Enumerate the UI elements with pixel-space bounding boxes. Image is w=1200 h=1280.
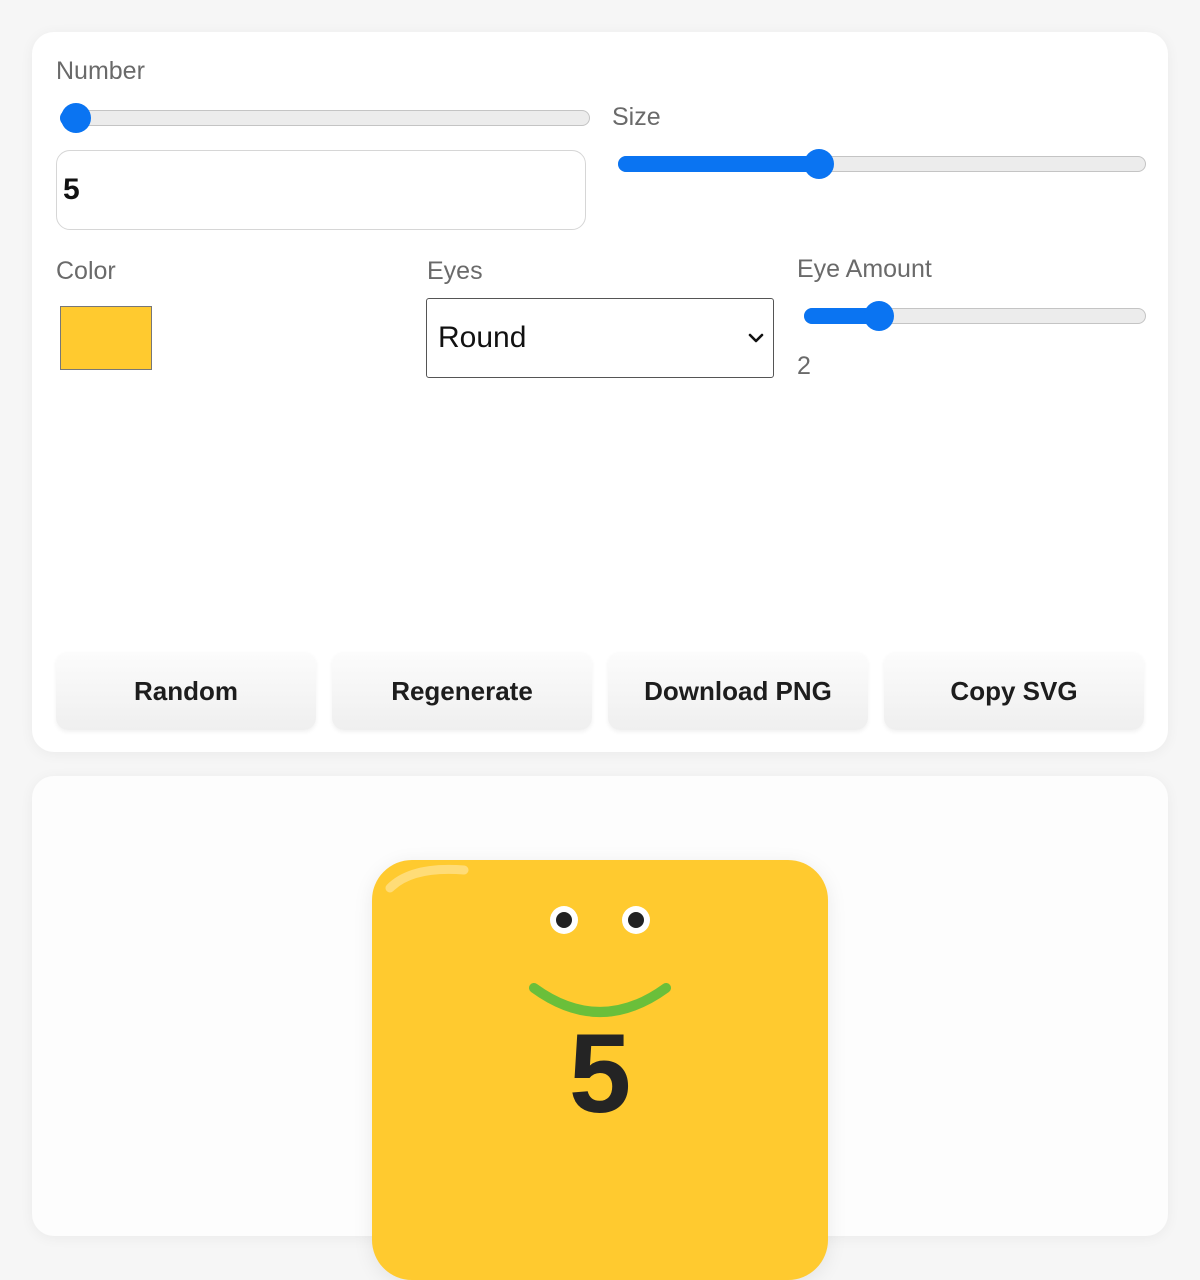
- slider-track: [60, 110, 590, 126]
- color-label: Color: [56, 257, 116, 285]
- controls-panel: Number 5 Size Color Eyes Round Eye Amoun…: [32, 32, 1168, 752]
- eye-amount-value: 2: [797, 352, 811, 380]
- size-label: Size: [612, 103, 661, 131]
- random-button[interactable]: Random: [56, 652, 316, 730]
- eye-amount-slider[interactable]: [804, 301, 1146, 331]
- copy-svg-button[interactable]: Copy SVG: [884, 652, 1144, 730]
- preview-panel: 5: [32, 776, 1168, 1280]
- eyes-label: Eyes: [427, 257, 483, 285]
- number-label: Number: [56, 57, 145, 85]
- smile-mouth: [529, 983, 671, 1017]
- eyes-select[interactable]: Round: [426, 298, 774, 378]
- number-character-card: 5: [372, 860, 828, 1280]
- slider-thumb[interactable]: [864, 301, 895, 331]
- left-eye: [550, 906, 578, 934]
- size-slider[interactable]: [618, 149, 1146, 179]
- slider-thumb[interactable]: [60, 103, 91, 133]
- number-input[interactable]: 5: [56, 150, 586, 230]
- number-slider[interactable]: [60, 103, 590, 133]
- card-number: 5: [568, 1011, 632, 1136]
- eye-amount-label: Eye Amount: [797, 255, 932, 283]
- download-png-button[interactable]: Download PNG: [608, 652, 868, 730]
- slider-fill: [618, 156, 819, 172]
- card-shine: [385, 864, 469, 893]
- color-picker[interactable]: [60, 306, 152, 370]
- regenerate-button[interactable]: Regenerate: [332, 652, 592, 730]
- slider-thumb[interactable]: [803, 149, 834, 179]
- eyes-select-value: Round: [438, 321, 527, 354]
- chevron-down-icon: [748, 333, 764, 343]
- right-eye: [622, 906, 650, 934]
